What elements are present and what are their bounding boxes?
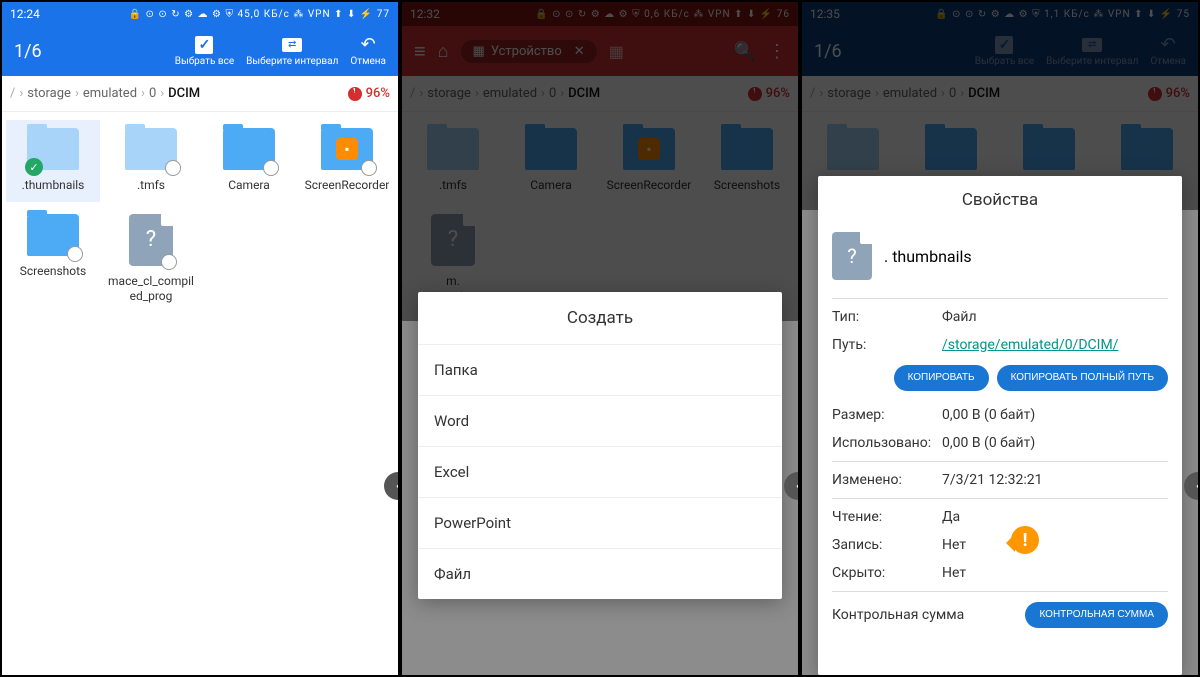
- folder-icon: [223, 128, 275, 170]
- status-time: 12:24: [10, 7, 40, 21]
- breadcrumb[interactable]: /› storage› emulated› 0› DCIM 96%: [2, 76, 398, 112]
- properties-dialog: Свойства ? . thumbnails Тип:Файл Путь:/s…: [818, 176, 1182, 675]
- side-handle-icon[interactable]: ‹: [384, 472, 400, 500]
- select-all-button[interactable]: ✓ Выбрать все: [175, 36, 234, 67]
- file-icon: ?: [129, 214, 173, 266]
- file-name: . thumbnails: [884, 247, 972, 266]
- checksum-button[interactable]: КОНТРОЛЬНАЯ СУММА: [1025, 602, 1168, 628]
- cancel-button[interactable]: ↶ Отмена: [350, 36, 386, 67]
- prop-write: Запись:Нет !: [818, 531, 1182, 559]
- prop-type: Тип:Файл: [818, 303, 1182, 331]
- create-folder-item[interactable]: Папка: [418, 344, 782, 395]
- create-dialog: Создать Папка Word Excel PowerPoint Файл: [418, 292, 782, 599]
- folder-icon: ▪: [321, 128, 373, 170]
- folder-screenrecorder[interactable]: ▪ ScreenRecorder: [300, 120, 394, 202]
- prop-path: Путь:/storage/emulated/0/DCIM/: [818, 331, 1182, 359]
- undo-icon: ↶: [361, 34, 376, 55]
- prop-size: Размер:0,00 B (0 байт): [818, 401, 1182, 429]
- folder-thumbnails[interactable]: ✓ .thumbnails: [6, 120, 100, 202]
- dialog-title: Свойства: [818, 176, 1182, 224]
- selected-check-icon: ✓: [25, 158, 43, 176]
- folder-screenshots[interactable]: Screenshots: [6, 206, 100, 313]
- create-file-item[interactable]: Файл: [418, 548, 782, 599]
- selection-count: 1/6: [14, 41, 42, 62]
- create-powerpoint-item[interactable]: PowerPoint: [418, 497, 782, 548]
- create-excel-item[interactable]: Excel: [418, 446, 782, 497]
- copy-button[interactable]: КОПИРОВАТЬ: [894, 365, 989, 391]
- path-link[interactable]: /storage/emulated/0/DCIM/: [942, 337, 1168, 353]
- folder-icon: ✓: [27, 128, 79, 170]
- file-icon: ?: [832, 232, 872, 280]
- swap-icon: ⇄: [282, 38, 302, 52]
- recorder-icon: ▪: [336, 138, 358, 160]
- select-interval-button[interactable]: ⇄ Выберите интервал: [246, 36, 338, 67]
- file-mace[interactable]: ? mace_cl_compiled_prog: [104, 206, 198, 313]
- folder-icon: [27, 214, 79, 256]
- file-grid: ✓ .thumbnails .tmfs Camera ▪ ScreenRecor…: [2, 112, 398, 321]
- prop-hidden: Скрыто:Нет: [818, 559, 1182, 587]
- check-icon: ✓: [195, 36, 213, 54]
- prop-used: Использовано:0,00 B (0 байт): [818, 429, 1182, 457]
- attention-callout-icon: !: [1008, 523, 1042, 557]
- status-icons: 🔒 ⊙ ⊙ ↻ ⚙ ☁ ⚙ ⛨ 45,0 КБ/с ⁂ VPN ⬆ ⬇ ⚡ 77: [129, 9, 390, 20]
- folder-camera[interactable]: Camera: [202, 120, 296, 202]
- pie-icon: [348, 87, 362, 101]
- prop-checksum: Контрольная сумма КОНТРОЛЬНАЯ СУММА: [818, 596, 1182, 634]
- copy-full-path-button[interactable]: КОПИРОВАТЬ ПОЛНЫЙ ПУТЬ: [997, 365, 1168, 391]
- prop-modified: Изменено:7/3/21 12:32:21: [818, 466, 1182, 494]
- folder-tmfs[interactable]: .tmfs: [104, 120, 198, 202]
- prop-read: Чтение:Да: [818, 503, 1182, 531]
- create-word-item[interactable]: Word: [418, 395, 782, 446]
- dialog-title: Создать: [418, 292, 782, 344]
- folder-icon: [125, 128, 177, 170]
- status-bar: 12:24 🔒 ⊙ ⊙ ↻ ⚙ ☁ ⚙ ⛨ 45,0 КБ/с ⁂ VPN ⬆ …: [2, 2, 398, 26]
- file-header: ? . thumbnails: [818, 224, 1182, 294]
- selection-toolbar: 1/6 ✓ Выбрать все ⇄ Выберите интервал ↶ …: [2, 26, 398, 76]
- storage-percent: 96%: [348, 86, 390, 101]
